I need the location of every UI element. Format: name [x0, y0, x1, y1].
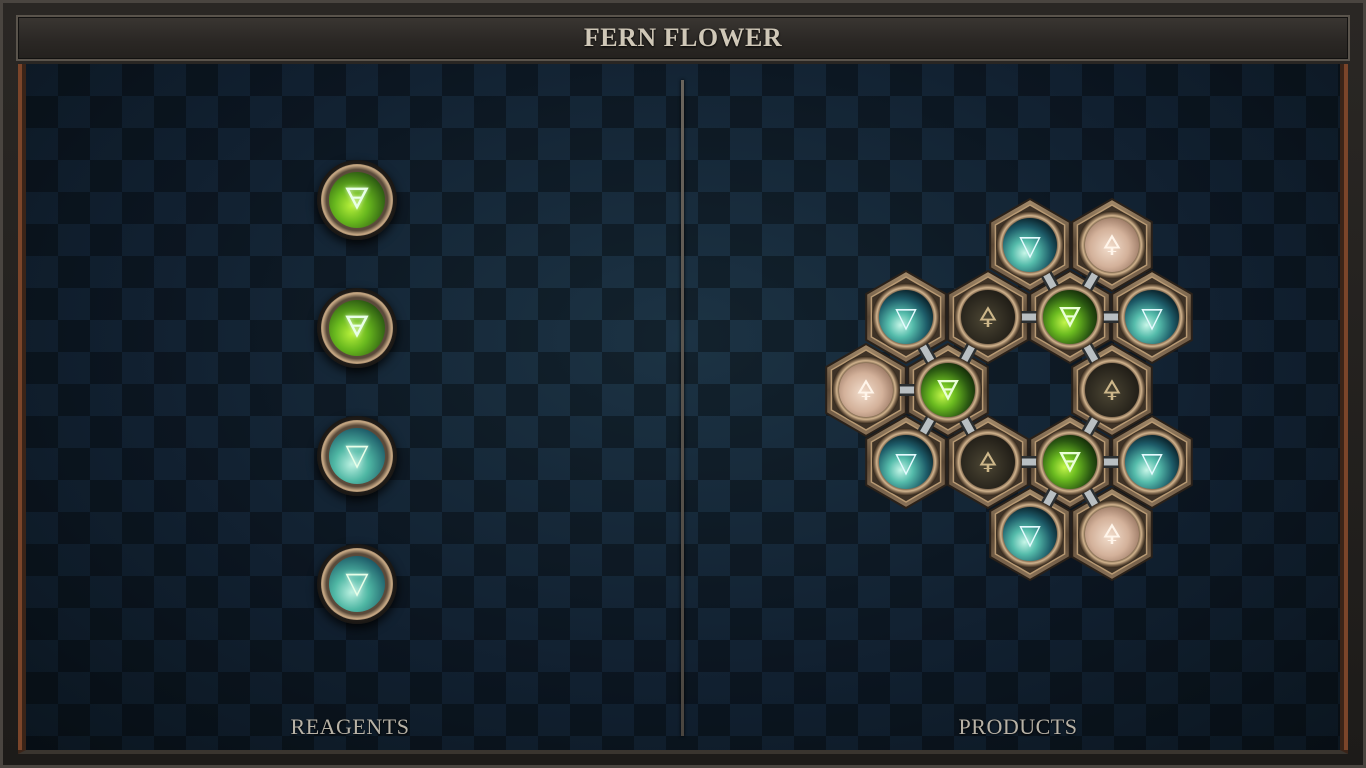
water-alchemical-icon: ▽: [345, 438, 369, 473]
reagent-slot-1[interactable]: 🜃: [317, 160, 397, 240]
title-bar: FERN FLOWER: [16, 15, 1350, 61]
earth-alchemical-icon: 🜃: [343, 182, 371, 217]
panel-divider: [681, 80, 684, 736]
reagent-orb: ▽: [329, 428, 385, 484]
window-title: FERN FLOWER: [583, 23, 783, 52]
reagent-orb: ▽: [329, 556, 385, 612]
reagent-orb: 🜃: [329, 300, 385, 356]
earth-alchemical-icon: 🜃: [343, 310, 371, 345]
reagent-orb: 🜃: [329, 172, 385, 228]
reagent-slot-4[interactable]: ▽: [317, 544, 397, 624]
water-alchemical-icon: ▽: [345, 566, 369, 601]
reagents-label: REAGENTS: [290, 714, 410, 739]
reagent-slot-3[interactable]: ▽: [317, 416, 397, 496]
reagent-slot-2[interactable]: 🜃: [317, 288, 397, 368]
products-label: PRODUCTS: [958, 714, 1078, 739]
